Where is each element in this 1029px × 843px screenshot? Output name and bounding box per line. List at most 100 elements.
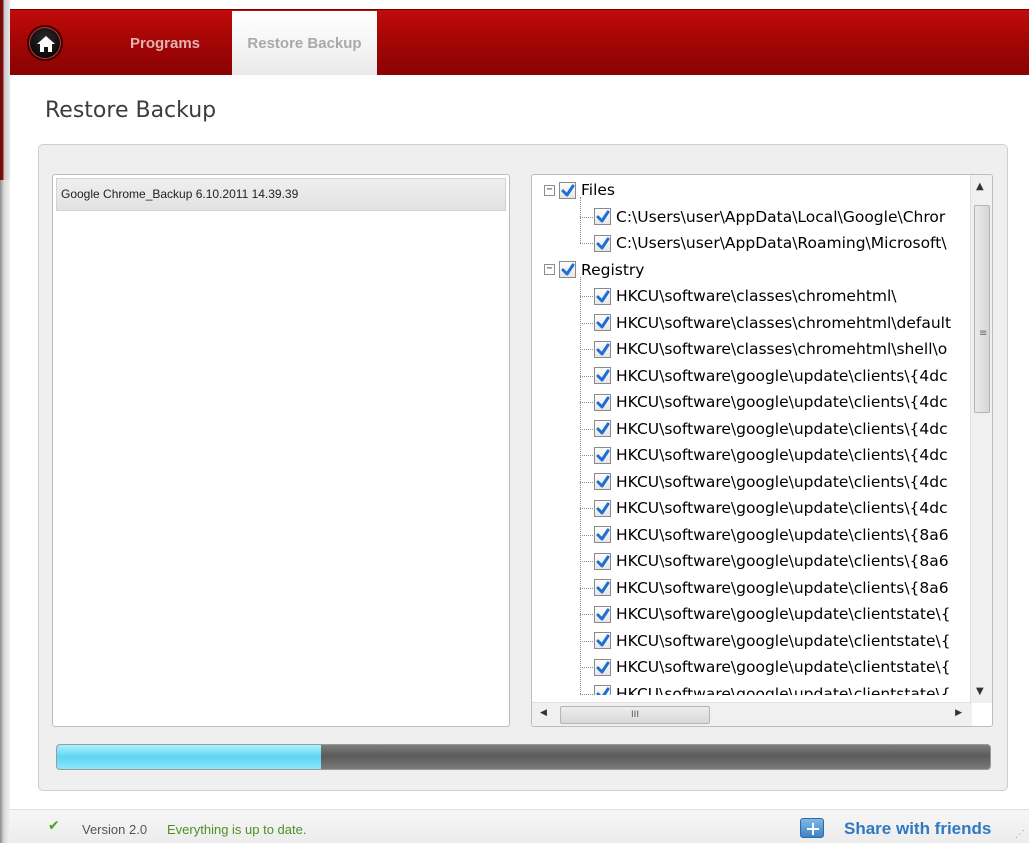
resize-grip-icon[interactable]: ⋰ bbox=[1015, 829, 1025, 840]
tree-item-label: HKCU\software\google\update\clientstate\… bbox=[616, 605, 951, 623]
checkmark-icon bbox=[596, 555, 610, 567]
check-icon: ✔ bbox=[48, 818, 60, 834]
tree-item[interactable]: HKCU\software\classes\chromehtml\ bbox=[594, 283, 896, 309]
page-title: Restore Backup bbox=[45, 98, 217, 123]
tree-group[interactable]: − Registry bbox=[544, 257, 644, 283]
tree-item-checkbox[interactable] bbox=[594, 446, 611, 464]
tab-programs[interactable]: Programs bbox=[105, 11, 225, 75]
tree-item-checkbox[interactable] bbox=[594, 605, 611, 623]
tree-item-label: HKCU\software\google\update\clients\{4dc bbox=[616, 419, 948, 438]
tree-item-label: HKCU\software\classes\chromehtml\ bbox=[616, 287, 897, 305]
tree-connector bbox=[580, 428, 593, 430]
scroll-down-arrow-icon[interactable]: ▼ bbox=[976, 686, 984, 697]
tree-item-label: HKCU\software\google\update\clientstate\… bbox=[616, 684, 951, 696]
tree-item-checkbox[interactable] bbox=[594, 420, 611, 437]
tree-view: − Files C:\Users\user\AppData\Local\Google… bbox=[532, 175, 970, 695]
tree-item-checkbox[interactable] bbox=[594, 473, 611, 490]
tree-item-checkbox[interactable] bbox=[594, 340, 611, 358]
tree-item-label: C:\Users\user\AppData\Local\Google\Chror bbox=[616, 207, 946, 226]
share-with-friends-link[interactable]: Share with friends bbox=[844, 819, 991, 839]
tree-item-checkbox[interactable] bbox=[594, 632, 611, 649]
checkmark-icon bbox=[596, 661, 610, 673]
checkmark-icon bbox=[596, 210, 610, 223]
tree-item-label: HKCU\software\google\update\clientstate\… bbox=[616, 658, 951, 676]
tree-connector bbox=[580, 587, 593, 589]
tree-item[interactable]: HKCU\software\classes\chromehtml\default bbox=[594, 310, 951, 336]
horizontal-scrollbar[interactable]: ◀ III ▶ bbox=[532, 702, 972, 726]
tree-item[interactable]: HKCU\software\google\update\clients\{4dc bbox=[594, 363, 948, 389]
checkmark-icon bbox=[596, 343, 610, 355]
tree-item-label: HKCU\software\google\update\clients\{8a6 bbox=[616, 578, 949, 597]
tree-item[interactable]: HKCU\software\google\update\clients\{4dc bbox=[594, 389, 948, 415]
home-button[interactable] bbox=[27, 25, 63, 61]
tree-connector bbox=[580, 481, 593, 483]
tree-item[interactable]: C:\Users\user\AppData\Roaming\Microsoft\ bbox=[594, 230, 947, 256]
checkmark-icon bbox=[561, 184, 575, 196]
scroll-left-arrow-icon[interactable]: ◀ bbox=[540, 708, 547, 718]
checkmark-icon bbox=[596, 369, 610, 382]
tree-group-label: Registry bbox=[581, 260, 645, 279]
tree-item-checkbox[interactable] bbox=[594, 314, 611, 331]
tree-connector bbox=[580, 693, 593, 695]
tree-item-label: HKCU\software\google\update\clientstate\… bbox=[616, 631, 951, 650]
tree-connector bbox=[580, 322, 593, 324]
vertical-scrollbar[interactable]: ▲ ≡ ▼ bbox=[970, 175, 992, 703]
tree-item-label: HKCU\software\google\update\clients\{8a6 bbox=[616, 552, 949, 570]
progress-fill bbox=[57, 745, 322, 769]
tree-item-label: HKCU\software\classes\chromehtml\shell\o bbox=[616, 340, 948, 358]
checkmark-icon bbox=[596, 502, 610, 514]
tree-item[interactable]: HKCU\software\google\update\clientstate\… bbox=[594, 654, 951, 680]
tree-item[interactable]: HKCU\software\google\update\clients\{8a6 bbox=[594, 575, 949, 601]
tree-item[interactable]: C:\Users\user\AppData\Local\Google\Chror bbox=[594, 204, 945, 230]
tree-item[interactable]: HKCU\software\classes\chromehtml\shell\o bbox=[594, 336, 947, 362]
tree-item-label: C:\Users\user\AppData\Roaming\Microsoft\ bbox=[616, 234, 947, 252]
tree-item-checkbox[interactable] bbox=[594, 552, 611, 570]
scroll-right-arrow-icon[interactable]: ▶ bbox=[955, 708, 962, 718]
tree-item-checkbox[interactable] bbox=[594, 526, 611, 543]
tree-item[interactable]: HKCU\software\google\update\clientstate\… bbox=[594, 628, 951, 654]
share-icon[interactable] bbox=[800, 818, 824, 838]
backup-list[interactable]: Google Chrome_Backup 6.10.2011 14.39.39 bbox=[52, 174, 510, 727]
tree-item-label: HKCU\software\google\update\clients\{4dc bbox=[616, 366, 948, 385]
horizontal-scroll-thumb[interactable]: III bbox=[560, 706, 710, 724]
tree-item-checkbox[interactable] bbox=[594, 367, 611, 384]
tree-item-checkbox[interactable] bbox=[594, 685, 611, 695]
tree-item[interactable]: HKCU\software\google\update\clients\{4dc bbox=[594, 495, 948, 521]
tree-item-checkbox[interactable] bbox=[594, 234, 611, 252]
tree-item-label: HKCU\software\google\update\clients\{4dc bbox=[616, 499, 948, 517]
tree-connector bbox=[580, 216, 593, 218]
collapse-icon[interactable]: − bbox=[544, 264, 555, 275]
version-label: Version 2.0 bbox=[82, 822, 148, 837]
checkmark-icon bbox=[596, 687, 610, 695]
tree-item-checkbox[interactable] bbox=[594, 393, 611, 411]
tree-item[interactable]: HKCU\software\google\update\clients\{8a6 bbox=[594, 522, 949, 548]
tree-item[interactable]: HKCU\software\google\update\clients\{4dc bbox=[594, 469, 948, 495]
tree-connector bbox=[580, 243, 593, 244]
checkmark-icon bbox=[596, 422, 610, 435]
tree-group-checkbox[interactable] bbox=[559, 181, 576, 199]
tree-connector bbox=[580, 349, 593, 350]
vertical-scroll-thumb[interactable]: ≡ bbox=[974, 205, 990, 413]
tree-connector bbox=[580, 402, 593, 403]
tree-item-checkbox[interactable] bbox=[594, 499, 611, 517]
tree-item[interactable]: HKCU\software\google\update\clients\{4dc bbox=[594, 442, 948, 468]
tree-connector bbox=[580, 375, 593, 377]
tree-connector bbox=[580, 614, 593, 615]
tree-item-checkbox[interactable] bbox=[594, 287, 611, 305]
tree-item-checkbox[interactable] bbox=[594, 579, 611, 596]
scroll-grip-icon: ≡ bbox=[979, 328, 988, 339]
tree-item[interactable]: HKCU\software\google\update\clientstate\… bbox=[594, 601, 951, 627]
tab-restore-backup[interactable]: Restore Backup bbox=[232, 11, 377, 75]
scroll-up-arrow-icon[interactable]: ▲ bbox=[976, 181, 984, 192]
tree-item[interactable]: HKCU\software\google\update\clients\{8a6 bbox=[594, 548, 949, 574]
tree-item[interactable]: HKCU\software\google\update\clients\{4dc bbox=[594, 416, 948, 442]
backup-contents-tree[interactable]: − Files C:\Users\user\AppData\Local\Google… bbox=[531, 174, 993, 727]
window-edge-lower bbox=[0, 180, 10, 843]
tree-item-checkbox[interactable] bbox=[594, 658, 611, 676]
tree-connector bbox=[580, 640, 593, 642]
tree-group-checkbox[interactable] bbox=[559, 261, 576, 278]
tree-item[interactable]: HKCU\software\google\update\clientstate\… bbox=[594, 681, 951, 696]
tree-item-checkbox[interactable] bbox=[594, 208, 611, 225]
backup-list-item[interactable]: Google Chrome_Backup 6.10.2011 14.39.39 bbox=[56, 178, 506, 211]
collapse-icon[interactable]: − bbox=[544, 184, 555, 196]
